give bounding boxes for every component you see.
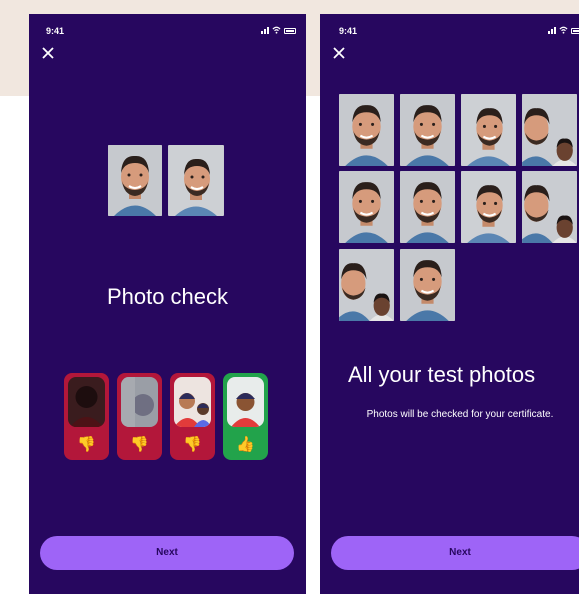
sample-photo [168,145,224,216]
good-photo [227,377,264,427]
page-subtitle: Photos will be checked for your certific… [366,409,554,420]
test-photo[interactable] [339,249,394,321]
test-photo[interactable] [400,94,455,166]
test-photo[interactable] [522,94,577,166]
two-people-photo [174,377,211,427]
battery-icon [284,28,296,34]
test-photo[interactable] [400,249,455,321]
status-icons [261,26,296,34]
wifi-icon [559,26,568,34]
wifi-icon [272,26,281,34]
battery-icon [571,28,579,34]
status-bar: 9:41 [320,24,579,40]
test-photo[interactable] [461,94,516,166]
status-time: 9:41 [339,26,358,36]
close-icon[interactable] [332,46,346,60]
test-photo[interactable] [339,94,394,166]
bad-example-dark: 👎 [64,373,109,460]
dark-photo [68,377,105,427]
canvas: 9:41 Photo check 👎 👎 👎 👍 Next 9:41 All y… [0,0,579,594]
sample-photo [108,145,162,216]
signal-icon [261,26,269,34]
status-bar: 9:41 [29,24,306,40]
test-photo[interactable] [339,171,394,243]
test-photos-screen: 9:41 All your test photos Photos will be… [320,14,579,594]
thumbs-down-icon: 👎 [130,436,149,453]
status-icons [548,26,579,34]
thumbs-down-icon: 👎 [77,436,96,453]
bad-example-blocked: 👎 [117,373,162,460]
close-icon[interactable] [41,46,55,60]
good-example: 👍 [223,373,268,460]
signal-icon [548,26,556,34]
blocked-photo [121,377,158,427]
photo-check-screen: 9:41 Photo check 👎 👎 👎 👍 Next [29,14,306,594]
page-title: All your test photos [348,362,536,387]
bad-example-two-people: 👎 [170,373,215,460]
test-photo[interactable] [400,171,455,243]
test-photo[interactable] [461,171,516,243]
thumbs-down-icon: 👎 [183,436,202,453]
page-title: Photo check [106,284,229,309]
status-time: 9:41 [46,26,65,36]
next-button[interactable]: Next [331,536,579,570]
test-photo[interactable] [522,171,577,243]
thumbs-up-icon: 👍 [236,436,255,453]
next-button[interactable]: Next [40,536,294,570]
